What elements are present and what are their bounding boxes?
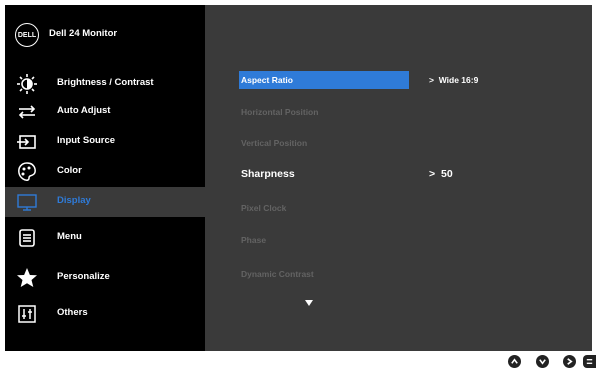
menu-item-display[interactable]: Display [5, 187, 205, 217]
menu-item-auto-adjust[interactable]: Auto Adjust [5, 97, 205, 127]
osd-window: DELL Dell 24 Monitor Brightness / Contra… [5, 5, 592, 351]
menu-item-label: Display [57, 195, 91, 206]
setting-label: Aspect Ratio [239, 71, 409, 89]
others-sliders-icon [15, 302, 39, 326]
auto-adjust-icon [15, 100, 39, 124]
menu-item-brightness-contrast[interactable]: Brightness / Contrast [5, 69, 205, 99]
setting-label: Horizontal Position [241, 107, 319, 117]
menu-icon [15, 226, 39, 250]
menu-item-label: Others [57, 307, 88, 318]
exit-button-icon[interactable] [583, 355, 596, 368]
setting-label: Vertical Position [241, 138, 308, 148]
up-button-icon[interactable] [508, 355, 521, 368]
dell-logo: DELL [15, 23, 39, 47]
menu-item-input-source[interactable]: Input Source [5, 127, 205, 157]
setting-value: > 50 [429, 168, 453, 180]
menu-item-label: Personalize [57, 271, 110, 282]
monitor-title: Dell 24 Monitor [49, 28, 118, 39]
menu-item-label: Input Source [57, 135, 116, 146]
menu-item-label: Color [57, 165, 82, 176]
star-icon [15, 266, 39, 290]
osd-sidebar: DELL Dell 24 Monitor Brightness / Contra… [5, 5, 205, 351]
display-monitor-icon [15, 190, 39, 214]
menu-item-others[interactable]: Others [5, 299, 205, 329]
menu-item-color[interactable]: Color [5, 157, 205, 187]
setting-label: Dynamic Contrast [241, 269, 314, 279]
menu-item-label: Auto Adjust [57, 105, 111, 116]
setting-value: > Wide 16:9 [429, 75, 479, 85]
color-palette-icon [15, 160, 39, 184]
menu-item-label: Menu [57, 231, 82, 242]
input-source-icon [15, 130, 39, 154]
menu-item-personalize[interactable]: Personalize [5, 263, 205, 293]
setting-label: Phase [241, 235, 267, 245]
osd-header: DELL Dell 24 Monitor [5, 5, 205, 67]
setting-label: Sharpness [241, 168, 295, 180]
down-button-icon[interactable] [536, 355, 549, 368]
setting-label: Pixel Clock [241, 203, 287, 213]
display-settings-panel: Aspect Ratio > Wide 16:9 Horizontal Posi… [205, 5, 592, 351]
menu-item-label: Brightness / Contrast [57, 77, 154, 88]
scroll-down-arrow-icon[interactable] [305, 300, 313, 306]
menu-item-menu[interactable]: Menu [5, 223, 205, 253]
right-button-icon[interactable] [563, 355, 576, 368]
brightness-icon [15, 72, 39, 96]
